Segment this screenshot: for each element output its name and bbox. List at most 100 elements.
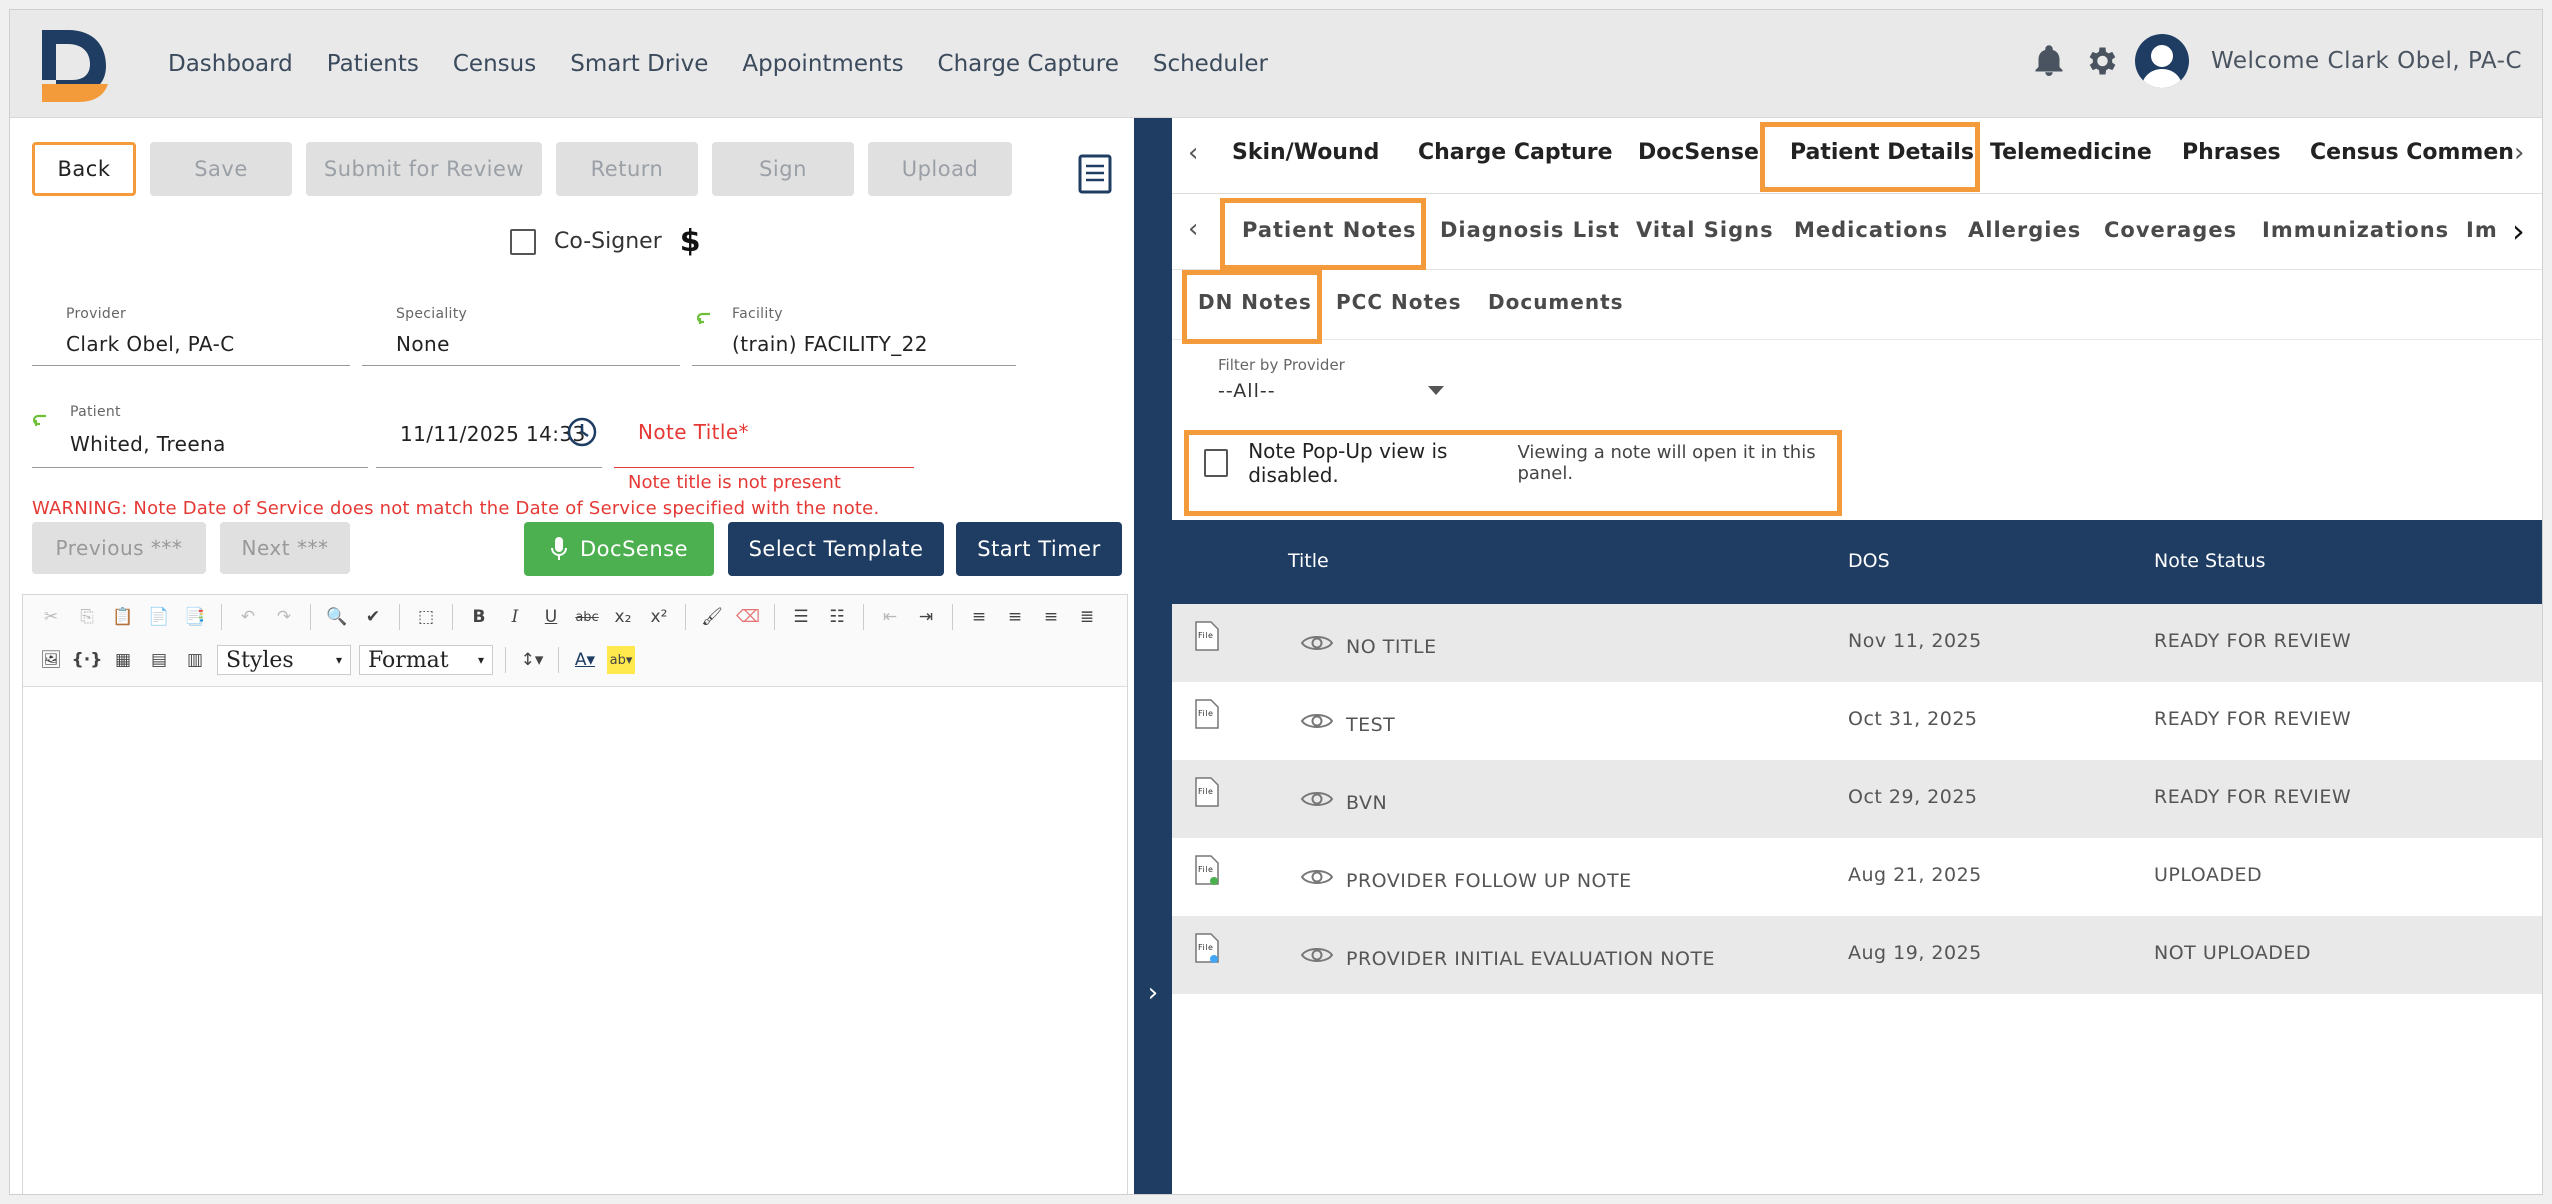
note-title-field[interactable]: Note Title* [614,392,914,468]
nav-dashboard[interactable]: Dashboard [168,51,293,77]
nav-appointments[interactable]: Appointments [742,51,903,77]
strikethrough-icon[interactable]: abc [573,603,601,631]
background-color-icon[interactable]: ab▾ [607,646,635,674]
eye-icon[interactable] [1300,710,1334,732]
column-dos[interactable]: DOS [1848,550,1890,572]
justify-icon[interactable]: ≣ [1073,603,1101,631]
nav-scheduler[interactable]: Scheduler [1153,51,1268,77]
align-center-icon[interactable]: ≡ [1001,603,1029,631]
file-icon[interactable]: File [1194,854,1220,886]
chevron-left-icon[interactable]: ‹ [1188,214,1198,244]
swap-icon[interactable] [696,310,714,328]
table-row[interactable]: File PROVIDER FOLLOW UP NOTE Aug 21, 2025 U… [1172,838,2542,916]
subscript-icon[interactable]: x₂ [609,603,637,631]
expand-panel-icon[interactable]: › [1134,978,1172,1008]
underline-icon[interactable]: U [537,603,565,631]
tab-diagnosis-list[interactable]: Diagnosis List [1440,218,1620,242]
provider-field[interactable]: Provider Clark Obel, PA-C [32,294,350,366]
note-title[interactable]: BVN [1346,792,1387,814]
paste-text-icon[interactable]: 📄 [145,603,173,631]
nav-census[interactable]: Census [453,51,536,77]
tab-census-comments[interactable]: Census Commen [2310,140,2514,165]
copy-icon[interactable]: ⎘ [73,603,101,631]
gear-icon[interactable] [2083,43,2119,79]
column-title[interactable]: Title [1288,550,1329,572]
tab-im-truncated[interactable]: Im [2466,218,2498,242]
co-signer-checkbox[interactable] [510,228,536,255]
tab-vital-signs[interactable]: Vital Signs [1636,218,1774,242]
paste-word-icon[interactable]: 📑 [181,603,209,631]
table-icon[interactable]: ▦ [109,646,137,674]
redo-icon[interactable]: ↷ [270,603,298,631]
notes-document-icon[interactable] [1078,154,1112,194]
styles-dropdown[interactable]: Styles ▾ [217,645,351,675]
table-row[interactable]: File NO TITLE Nov 11, 2025 READY FOR REVIEW [1172,604,2542,682]
file-icon[interactable]: File [1194,620,1220,652]
eye-icon[interactable] [1300,944,1334,966]
select-template-button[interactable]: Select Template [728,522,944,576]
superscript-icon[interactable]: x² [645,603,673,631]
template-icon[interactable]: ▤ [145,646,173,674]
start-timer-button[interactable]: Start Timer [956,522,1122,576]
file-icon[interactable]: File [1194,698,1220,730]
bulleted-list-icon[interactable]: ☷ [823,603,851,631]
image-icon[interactable]: 🖼 [37,646,65,674]
previous-button[interactable]: Previous *** [32,522,206,574]
tab-charge-capture[interactable]: Charge Capture [1418,140,1613,165]
clock-icon[interactable] [566,416,598,448]
panel-divider[interactable]: › [1134,118,1172,1194]
copy-format-icon[interactable]: 🖌 [698,603,726,631]
table-row[interactable]: File TEST Oct 31, 2025 READY FOR REVIEW [1172,682,2542,760]
avatar[interactable] [2135,34,2189,88]
select-all-icon[interactable]: ⬚ [412,603,440,631]
tab-phrases[interactable]: Phrases [2182,140,2281,165]
italic-icon[interactable]: I [501,603,529,631]
filter-by-provider-select[interactable]: --All-- [1218,380,1276,402]
outdent-icon[interactable]: ⇤ [876,603,904,631]
save-button[interactable]: Save [150,142,292,196]
submit-for-review-button[interactable]: Submit for Review [306,142,542,196]
tab-allergies[interactable]: Allergies [1968,218,2081,242]
back-button[interactable]: Back [32,142,136,196]
line-height-icon[interactable]: ↕▾ [518,646,546,674]
tab-coverages[interactable]: Coverages [2104,218,2237,242]
note-title[interactable]: PROVIDER INITIAL EVALUATION NOTE [1346,948,1715,970]
find-icon[interactable]: 🔍 [323,603,351,631]
block-icon[interactable]: ▥ [181,646,209,674]
remove-format-icon[interactable]: ⌫ [734,603,762,631]
file-icon[interactable]: File [1194,776,1220,808]
tab-pcc-notes[interactable]: PCC Notes [1336,290,1461,314]
spellcheck-icon[interactable]: ✔ [359,603,387,631]
swap-icon[interactable] [32,412,50,430]
return-button[interactable]: Return [556,142,698,196]
nav-patients[interactable]: Patients [327,51,419,77]
table-row[interactable]: File PROVIDER INITIAL EVALUATION NOTE Aug … [1172,916,2542,994]
tab-telemedicine[interactable]: Telemedicine [1990,140,2152,165]
chevron-right-icon[interactable]: › [2512,212,2525,250]
format-dropdown[interactable]: Format ▾ [359,645,493,675]
cut-icon[interactable]: ✂ [37,603,65,631]
sign-button[interactable]: Sign [712,142,854,196]
docsense-button[interactable]: DocSense [524,522,714,576]
upload-button[interactable]: Upload [868,142,1012,196]
bold-icon[interactable]: B [465,603,493,631]
nav-smart-drive[interactable]: Smart Drive [570,51,708,77]
speciality-field[interactable]: Speciality None [362,294,680,366]
table-row[interactable]: File BVN Oct 29, 2025 READY FOR REVIEW [1172,760,2542,838]
eye-icon[interactable] [1300,788,1334,810]
tab-docsense[interactable]: DocSense [1638,140,1759,165]
nav-charge-capture[interactable]: Charge Capture [938,51,1119,77]
eye-icon[interactable] [1300,866,1334,888]
undo-icon[interactable]: ↶ [234,603,262,631]
align-left-icon[interactable]: ≡ [965,603,993,631]
tab-skin-wound[interactable]: Skin/Wound [1232,140,1379,165]
tab-immunizations[interactable]: Immunizations [2262,218,2449,242]
dropdown-caret-icon[interactable] [1428,386,1444,395]
date-of-service-field[interactable]: 11/11/2025 14:33 [376,392,602,468]
note-title[interactable]: NO TITLE [1346,636,1437,658]
indent-icon[interactable]: ⇥ [912,603,940,631]
next-button[interactable]: Next *** [220,522,350,574]
paste-icon[interactable]: 📋 [109,603,137,631]
dollar-icon[interactable]: $ [680,224,701,259]
column-note-status[interactable]: Note Status [2154,550,2266,572]
